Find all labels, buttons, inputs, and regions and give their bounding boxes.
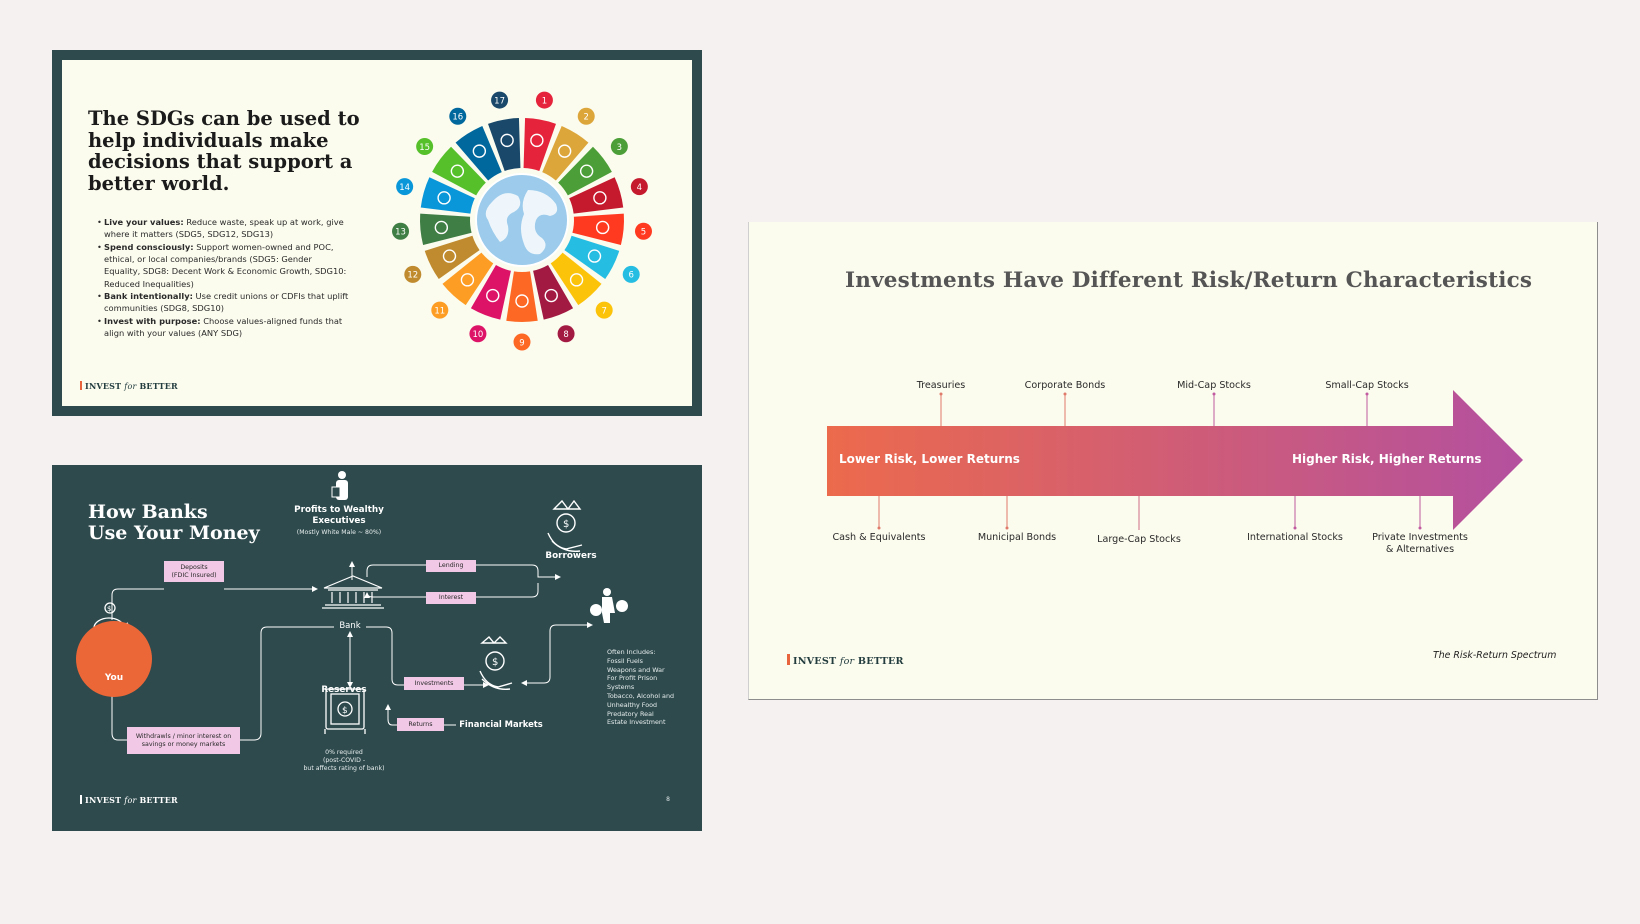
label-corporate-bonds: Corporate Bonds — [1024, 380, 1106, 391]
higher-risk-label: Higher Risk, Higher Returns — [1292, 452, 1482, 466]
reserves-label: Reserves — [321, 685, 367, 695]
sdg-number-label: 15 — [419, 143, 430, 153]
brand-logo: INVEST for BETTER — [787, 654, 904, 667]
you-piggy-bank-node: You — [76, 621, 152, 697]
sdg-number-label: 2 — [584, 113, 589, 123]
label-large-cap-stocks: Large-Cap Stocks — [1097, 534, 1181, 545]
sdg-number-label: 6 — [628, 271, 633, 281]
sdg-slide-canvas: The SDGs can be used to help individuals… — [62, 60, 692, 406]
bullet-bank-intentionally: Bank intentionally: Use credit unions or… — [88, 290, 350, 314]
svg-text:$: $ — [492, 657, 498, 668]
sdg-number-label: 14 — [399, 183, 410, 193]
often-includes-list: Often Includes: Fossil Fuels Weapons and… — [607, 648, 675, 727]
bank-label: Bank — [339, 621, 361, 631]
sdg-slide-title: The SDGs can be used to help individuals… — [88, 107, 360, 195]
label-cash-equivalents: Cash & Equivalents — [832, 532, 926, 543]
lending-box: Lending — [426, 560, 476, 572]
page-number: 8 — [666, 796, 670, 803]
svg-text:$: $ — [563, 519, 569, 530]
returns-box: Returns — [397, 718, 444, 731]
sdg-number-label: 12 — [407, 271, 418, 281]
banks-slide[interactable]: How Banks Use Your Money $ $ $ $ You Pro… — [52, 465, 702, 831]
sdg-number-label: 16 — [452, 113, 463, 123]
sdg-segment — [506, 271, 538, 322]
deposits-box: Deposits (FDIC Insured) — [164, 561, 224, 582]
label-private-investments: Private Investments & Alternatives — [1372, 532, 1468, 555]
sdg-number-label: 5 — [641, 228, 646, 238]
brand-logo: INVEST for BETTER — [80, 795, 178, 805]
reserves-note: 0% required (post-COVID - but affects ra… — [303, 749, 385, 772]
withdrawals-box: Withdrawls / minor interest on savings or… — [127, 727, 240, 754]
svg-text:$: $ — [107, 605, 111, 613]
sdg-number-label: 1 — [542, 96, 547, 106]
sdg-number-label: 11 — [434, 306, 445, 316]
investments-box: Investments — [404, 677, 464, 690]
sdg-number-label: 13 — [395, 228, 406, 238]
bullet-live-values: Live your values: Reduce waste, speak up… — [88, 216, 350, 240]
profits-label: Profits to Wealthy Executives — [294, 505, 384, 526]
label-small-cap-stocks: Small-Cap Stocks — [1325, 380, 1409, 391]
risk-return-caption: The Risk-Return Spectrum — [1433, 650, 1557, 661]
brand-logo: INVEST for BETTER — [80, 381, 178, 391]
bullet-spend-consciously: Spend consciously: Support women-owned a… — [88, 241, 350, 290]
sdg-number-label: 9 — [519, 338, 524, 348]
label-treasuries: Treasuries — [916, 380, 966, 391]
sdg-wheel-graphic: 1234567891011121314151617 — [392, 91, 652, 351]
svg-text:$: $ — [342, 706, 348, 716]
label-mid-cap-stocks: Mid-Cap Stocks — [1177, 380, 1251, 391]
profits-sublabel: (Mostly White Male ~ 80%) — [296, 529, 382, 536]
bullet-invest-purpose: Invest with purpose: Choose values-align… — [88, 315, 350, 339]
sdg-number-label: 10 — [473, 330, 484, 340]
lower-risk-label: Lower Risk, Lower Returns — [839, 452, 1020, 466]
interest-box: Interest — [426, 592, 476, 604]
sdg-number-label: 3 — [617, 143, 622, 153]
sdg-number-label: 4 — [637, 183, 642, 193]
sdg-number-label: 17 — [494, 96, 505, 106]
you-label: You — [104, 673, 124, 683]
risk-return-slide[interactable]: Investments Have Different Risk/Return C… — [748, 222, 1598, 700]
borrowers-label: Borrowers — [545, 551, 597, 561]
sdg-slide[interactable]: The SDGs can be used to help individuals… — [52, 50, 702, 416]
label-international-stocks: International Stocks — [1247, 532, 1343, 543]
sdg-bullet-list: Live your values: Reduce waste, speak up… — [88, 216, 350, 340]
sdg-number-label: 7 — [601, 306, 606, 316]
sdg-number-label: 8 — [563, 330, 568, 340]
financial-markets-label: Financial Markets — [459, 719, 543, 729]
label-municipal-bonds: Municipal Bonds — [977, 532, 1057, 543]
